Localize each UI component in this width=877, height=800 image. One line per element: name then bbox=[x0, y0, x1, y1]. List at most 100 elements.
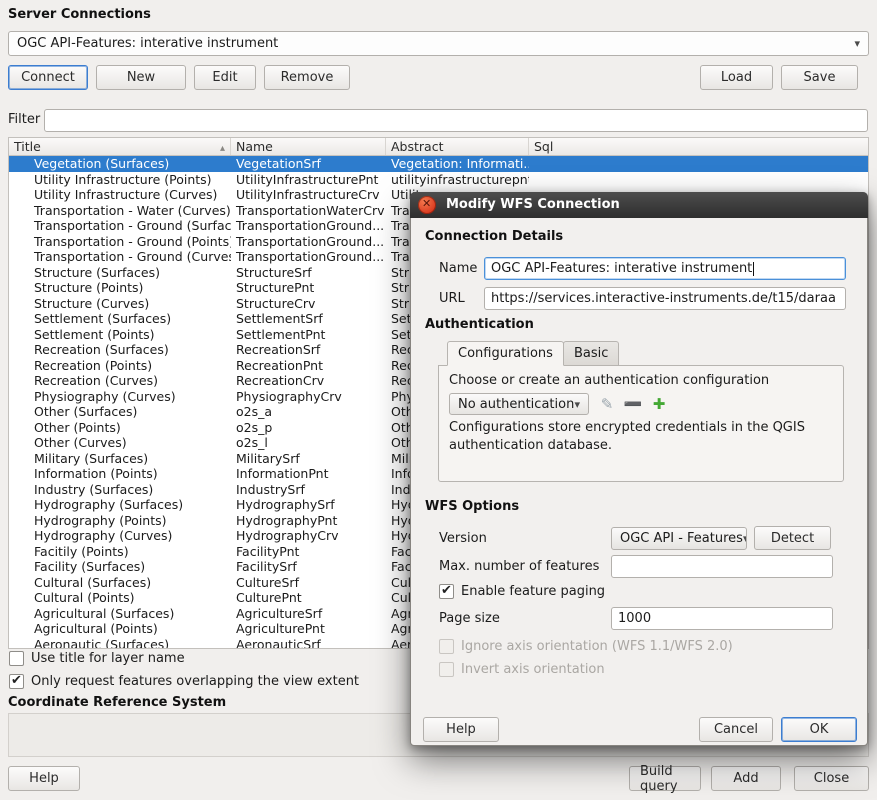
cell-name: HydrographyPnt bbox=[231, 513, 386, 529]
cell-title: Hydrography (Surfaces) bbox=[9, 497, 231, 513]
cell-title: Transportation - Ground (Surfac... bbox=[9, 218, 231, 234]
checkbox-box bbox=[9, 674, 24, 689]
dialog-title: Modify WFS Connection bbox=[446, 197, 620, 212]
use-title-checkbox[interactable]: Use title for layer name bbox=[9, 651, 185, 666]
url-input[interactable]: https://services.interactive-instruments… bbox=[484, 287, 846, 310]
cell-name: o2s_l bbox=[231, 435, 386, 451]
cell-title: Structure (Surfaces) bbox=[9, 265, 231, 281]
detect-button[interactable]: Detect bbox=[754, 526, 831, 550]
cell-name: IndustrySrf bbox=[231, 482, 386, 498]
connection-select[interactable]: OGC API-Features: interative instrument bbox=[8, 31, 869, 56]
cell-title: Other (Curves) bbox=[9, 435, 231, 451]
chevron-down-icon bbox=[854, 36, 860, 51]
cell-name: CulturePnt bbox=[231, 590, 386, 606]
load-button[interactable]: Load bbox=[700, 65, 773, 90]
cell-title: Aeronautic (Surfaces) bbox=[9, 637, 231, 650]
tab-basic[interactable]: Basic bbox=[563, 341, 619, 366]
cell-title: Vegetation (Surfaces) bbox=[9, 156, 231, 172]
modify-wfs-connection-dialog: Modify WFS Connection Connection Details… bbox=[410, 192, 868, 746]
build-query-button[interactable]: Build query bbox=[629, 766, 701, 791]
edit-config-icon[interactable]: ✎ bbox=[595, 393, 619, 415]
column-header-title[interactable]: Title bbox=[9, 138, 231, 155]
cell-name: StructureSrf bbox=[231, 265, 386, 281]
max-features-input[interactable] bbox=[611, 555, 833, 578]
column-header-name[interactable]: Name bbox=[231, 138, 386, 155]
connect-button[interactable]: Connect bbox=[8, 65, 88, 90]
version-select[interactable]: OGC API - Features bbox=[611, 527, 747, 550]
window-title: Server Connections bbox=[8, 7, 151, 22]
cell-title: Military (Surfaces) bbox=[9, 451, 231, 467]
name-input-value: OGC API-Features: interative instrument bbox=[491, 261, 752, 276]
tab-configurations[interactable]: Configurations bbox=[447, 341, 564, 366]
checkbox-label: Invert axis orientation bbox=[461, 662, 605, 677]
cell-name: TransportationWaterCrv bbox=[231, 203, 386, 219]
cell-abstract: Vegetation: Informati... bbox=[386, 156, 529, 172]
url-input-value: https://services.interactive-instruments… bbox=[491, 291, 836, 306]
overlap-extent-checkbox[interactable]: Only request features overlapping the vi… bbox=[9, 674, 359, 689]
table-row[interactable]: Vegetation (Surfaces)VegetationSrfVegeta… bbox=[9, 156, 868, 172]
auth-config-select[interactable]: No authentication bbox=[449, 393, 589, 415]
name-label: Name bbox=[439, 257, 477, 280]
dialog-titlebar[interactable]: Modify WFS Connection bbox=[410, 192, 868, 218]
connection-select-value: OGC API-Features: interative instrument bbox=[17, 36, 278, 51]
cell-name: FacilityPnt bbox=[231, 544, 386, 560]
edit-button[interactable]: Edit bbox=[194, 65, 256, 90]
table-row[interactable]: Utility Infrastructure (Points)UtilityIn… bbox=[9, 172, 868, 188]
checkbox-label: Ignore axis orientation (WFS 1.1/WFS 2.0… bbox=[461, 639, 733, 654]
checkbox-box bbox=[439, 639, 454, 654]
filter-label: Filter bbox=[8, 112, 40, 127]
version-select-value: OGC API - Features bbox=[620, 531, 743, 546]
cell-name: RecreationCrv bbox=[231, 373, 386, 389]
cell-name: RecreationSrf bbox=[231, 342, 386, 358]
url-label: URL bbox=[439, 287, 465, 310]
cell-name: o2s_p bbox=[231, 420, 386, 436]
remove-config-icon[interactable]: ➖ bbox=[621, 393, 645, 415]
add-config-icon[interactable]: ✚ bbox=[647, 393, 671, 415]
cell-name: o2s_a bbox=[231, 404, 386, 420]
cell-title: Structure (Curves) bbox=[9, 296, 231, 312]
cell-name: StructurePnt bbox=[231, 280, 386, 296]
remove-button[interactable]: Remove bbox=[264, 65, 350, 90]
page-size-input[interactable] bbox=[611, 607, 833, 630]
ok-button[interactable]: OK bbox=[781, 717, 857, 742]
cell-name: UtilityInfrastructurePnt bbox=[231, 172, 386, 188]
checkbox-label: Only request features overlapping the vi… bbox=[31, 674, 359, 689]
close-icon[interactable] bbox=[418, 196, 436, 214]
cell-name: SettlementPnt bbox=[231, 327, 386, 343]
save-button[interactable]: Save bbox=[781, 65, 858, 90]
invert-axis-checkbox: Invert axis orientation bbox=[439, 662, 605, 677]
dialog-help-button[interactable]: Help bbox=[423, 717, 499, 742]
page-size-label: Page size bbox=[439, 607, 500, 630]
cell-title: Other (Surfaces) bbox=[9, 404, 231, 420]
column-header-sql[interactable]: Sql bbox=[529, 138, 868, 155]
cell-title: Utility Infrastructure (Curves) bbox=[9, 187, 231, 203]
table-header: Title Name Abstract Sql bbox=[9, 138, 868, 156]
cell-name: RecreationPnt bbox=[231, 358, 386, 374]
add-button[interactable]: Add bbox=[711, 766, 781, 791]
cell-title: Facility (Surfaces) bbox=[9, 559, 231, 575]
auth-note-text: Configurations store encrypted credentia… bbox=[449, 419, 833, 455]
cell-title: Hydrography (Curves) bbox=[9, 528, 231, 544]
cell-title: Settlement (Points) bbox=[9, 327, 231, 343]
cell-name: TransportationGround... bbox=[231, 234, 386, 250]
authentication-heading: Authentication bbox=[425, 317, 534, 332]
checkbox-box bbox=[439, 584, 454, 599]
cell-title: Cultural (Surfaces) bbox=[9, 575, 231, 591]
name-input[interactable]: OGC API-Features: interative instrument bbox=[484, 257, 846, 280]
cell-sql bbox=[529, 172, 868, 188]
cell-name: VegetationSrf bbox=[231, 156, 386, 172]
cell-name: CultureSrf bbox=[231, 575, 386, 591]
enable-paging-checkbox[interactable]: Enable feature paging bbox=[439, 584, 605, 599]
filter-input[interactable] bbox=[44, 109, 868, 132]
column-header-abstract[interactable]: Abstract bbox=[386, 138, 529, 155]
chevron-down-icon bbox=[743, 531, 747, 546]
auth-hint-text: Choose or create an authentication confi… bbox=[449, 373, 769, 388]
new-button[interactable]: New bbox=[96, 65, 186, 90]
close-button[interactable]: Close bbox=[794, 766, 869, 791]
checkbox-label: Enable feature paging bbox=[461, 584, 605, 599]
cell-name: AeronauticSrf bbox=[231, 637, 386, 650]
help-button[interactable]: Help bbox=[8, 766, 80, 791]
cell-name: UtilityInfrastructureCrv bbox=[231, 187, 386, 203]
cell-title: Recreation (Points) bbox=[9, 358, 231, 374]
cancel-button[interactable]: Cancel bbox=[699, 717, 773, 742]
